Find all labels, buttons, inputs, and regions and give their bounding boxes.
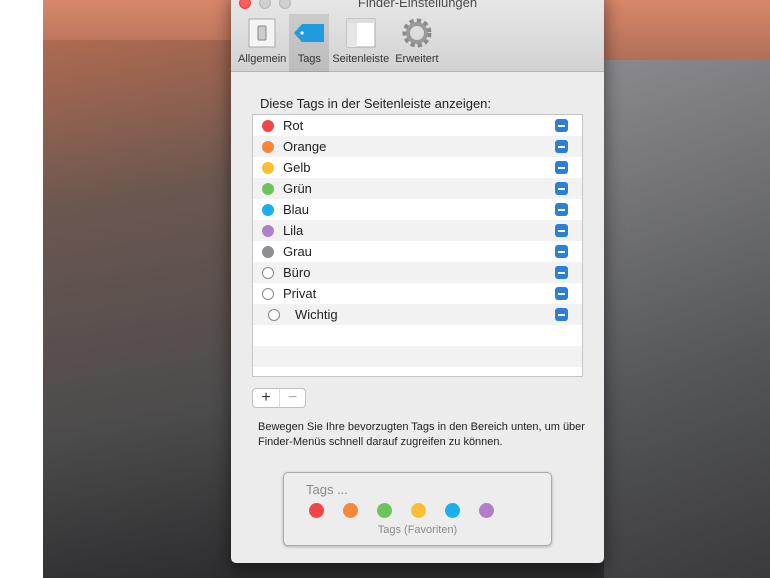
favorite-tag-dot-icon[interactable] (411, 503, 426, 518)
tag-visibility-checkbox[interactable] (555, 266, 568, 279)
tag-row[interactable]: Blau (253, 199, 582, 220)
tab-label: Tags (297, 53, 321, 65)
add-remove-control: + − (252, 388, 306, 408)
tag-row[interactable]: Grün (253, 178, 582, 199)
help-text: Bewegen Sie Ihre bevorzugten Tags in den… (258, 421, 585, 448)
tag-label: Büro (283, 265, 311, 280)
desktop-cliff-left (43, 40, 231, 578)
tag-row[interactable]: Wichtig (253, 304, 582, 325)
favorite-tags (309, 503, 494, 518)
tag-color-dot-icon (262, 266, 274, 279)
tag-visibility-checkbox[interactable] (555, 308, 568, 321)
favorites-placeholder: Tags ... (306, 482, 348, 497)
favorites-caption: Tags (Favoriten) (377, 524, 458, 536)
tag-color-dot-icon (262, 119, 274, 132)
tag-visibility-checkbox[interactable] (555, 203, 568, 216)
tag-row[interactable]: Lila (253, 220, 582, 241)
tag-row[interactable]: Orange (253, 136, 582, 157)
tag-color-dot-icon (262, 161, 274, 174)
tag-label: Orange (283, 139, 327, 154)
tag-visibility-checkbox[interactable] (555, 140, 568, 153)
favorite-tag-dot-icon[interactable] (309, 503, 324, 518)
tag-row[interactable]: Rot (253, 115, 582, 136)
tab-allgemein[interactable]: Allgemein (235, 14, 289, 72)
tag-label: Wichtig (295, 307, 338, 322)
tag-icon (294, 24, 325, 42)
tab-label: Seitenleiste (332, 53, 390, 65)
switch-icon (248, 18, 276, 48)
tag-visibility-checkbox[interactable] (555, 161, 568, 174)
tab-seitenleiste[interactable]: Seitenleiste (329, 14, 392, 72)
tag-label: Grün (283, 181, 312, 196)
finder-preferences-window: Finder-Einstellungen Allgemein Tags Seit… (231, 0, 604, 563)
tag-color-dot-icon (262, 287, 274, 300)
tag-color-dot-icon (262, 140, 274, 153)
favorites-drop-area[interactable]: Tags ... Tags (Favoriten) (283, 472, 552, 546)
empty-row (253, 346, 582, 367)
tag-visibility-checkbox[interactable] (555, 224, 568, 237)
tag-visibility-checkbox[interactable] (555, 119, 568, 132)
desktop-cliff-right (604, 60, 770, 578)
tag-color-dot-icon (262, 203, 274, 216)
favorite-tag-dot-icon[interactable] (479, 503, 494, 518)
tag-visibility-checkbox[interactable] (555, 287, 568, 300)
tab-label: Allgemein (238, 53, 287, 65)
tag-label: Rot (283, 118, 304, 133)
tag-row[interactable]: Grau (253, 241, 582, 262)
tag-color-dot-icon (262, 245, 274, 258)
add-tag-button[interactable]: + (253, 389, 279, 407)
tag-label: Privat (283, 286, 317, 301)
tag-label: Gelb (283, 160, 311, 175)
tag-label: Lila (283, 223, 304, 238)
tag-color-dot-icon (262, 182, 274, 195)
empty-row (253, 325, 582, 346)
tab-label: Erweitert (395, 53, 439, 65)
tab-tags[interactable]: Tags (289, 14, 330, 72)
sidebar-icon (346, 18, 376, 48)
tag-visibility-checkbox[interactable] (555, 245, 568, 258)
tag-visibility-checkbox[interactable] (555, 182, 568, 195)
tag-row[interactable]: Privat (253, 283, 582, 304)
tag-label: Blau (283, 202, 310, 217)
tags-list: Rot Orange Gelb Grün Blau Lila Grau Büro Privat W… (252, 114, 583, 377)
tag-color-dot-icon (262, 224, 274, 237)
tag-color-dot-icon (268, 308, 280, 321)
tag-row[interactable]: Gelb (253, 157, 582, 178)
favorite-tag-dot-icon[interactable] (445, 503, 460, 518)
tag-label: Grau (283, 244, 312, 259)
favorite-tag-dot-icon[interactable] (377, 503, 392, 518)
tags-heading: Diese Tags in der Seitenleiste anzeigen: (260, 96, 492, 111)
tab-erweitert[interactable]: Erweitert (392, 14, 441, 72)
favorite-tag-dot-icon[interactable] (343, 503, 358, 518)
remove-tag-button[interactable]: − (279, 389, 305, 407)
tag-row[interactable]: Büro (253, 262, 582, 283)
window-title: Finder-Einstellungen (357, 0, 478, 10)
gear-icon (402, 18, 432, 48)
toolbar: Finder-Einstellungen Allgemein Tags Seit… (231, 0, 604, 72)
